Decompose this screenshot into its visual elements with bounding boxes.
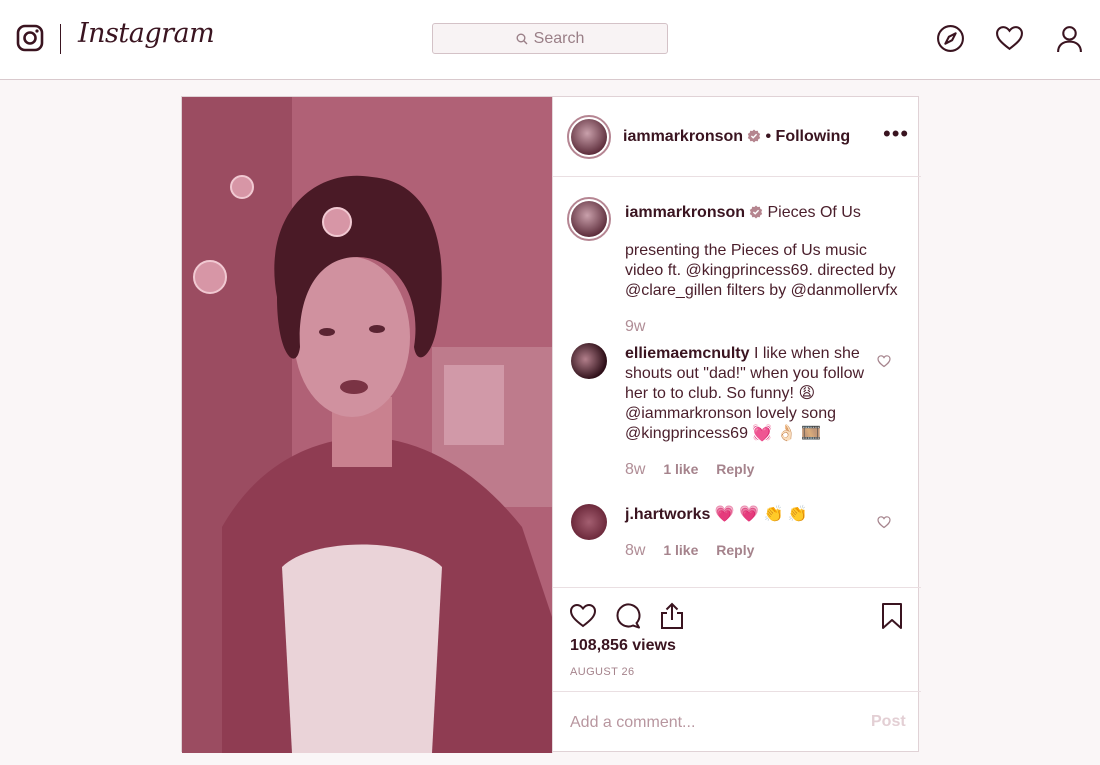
author-username[interactable]: iammarkronson [623, 128, 743, 145]
brand-divider [60, 24, 61, 54]
person-icon[interactable] [1055, 24, 1084, 53]
post-header: iammarkronson • Following ••• [553, 97, 921, 177]
comment-timestamp[interactable]: 8w [625, 542, 645, 559]
caption-username[interactable]: iammarkronson [625, 204, 745, 221]
more-options-icon[interactable]: ••• [883, 123, 909, 145]
reply-button[interactable]: Reply [716, 461, 754, 477]
comment-username[interactable]: j.hartworks [625, 506, 710, 523]
comment-username[interactable]: elliemaemcnulty [625, 345, 750, 362]
post-side-panel: iammarkronson • Following ••• iammarkron… [552, 97, 921, 753]
commenter-avatar[interactable] [571, 343, 607, 379]
view-count[interactable]: 108,856 views [570, 637, 676, 655]
comment-text: 💗 💗 👏 👏 [714, 506, 808, 523]
caption-body: presenting the Pieces of Us music video … [625, 242, 898, 299]
search-box[interactable]: Search [432, 23, 668, 54]
comment-likes[interactable]: 1 like [663, 461, 698, 477]
comment-likes[interactable]: 1 like [663, 542, 698, 558]
verified-badge-icon [747, 129, 761, 143]
post-video[interactable] [182, 97, 552, 753]
comment-meta: 8w 1 like Reply [625, 542, 754, 560]
post-card: iammarkronson • Following ••• iammarkron… [181, 96, 921, 753]
search-placeholder: Search [533, 29, 585, 47]
heart-icon[interactable] [995, 24, 1024, 53]
post-date: AUGUST 26 [570, 666, 635, 678]
instagram-wordmark[interactable]: Instagram [78, 18, 215, 49]
separator-dot: • [765, 128, 776, 145]
search-icon [516, 33, 528, 44]
comment-text-block: elliemaemcnulty I like when she shouts o… [625, 344, 875, 444]
comment-meta: 8w 1 like Reply [625, 461, 754, 479]
reply-button[interactable]: Reply [716, 542, 754, 558]
camera-glyph-icon[interactable] [16, 24, 44, 52]
share-icon[interactable] [658, 602, 686, 630]
caption-avatar[interactable] [567, 197, 611, 241]
top-navigation-bar: Instagram Search [0, 0, 1100, 80]
caption-timestamp[interactable]: 9w [625, 318, 645, 336]
comment-text-block: j.hartworks 💗 💗 👏 👏 [625, 505, 875, 525]
caption-title: Pieces Of Us [767, 204, 861, 221]
following-button[interactable]: Following [776, 128, 851, 145]
avatar-image [571, 119, 607, 155]
author-avatar[interactable] [567, 115, 611, 159]
like-comment-icon[interactable] [877, 515, 891, 529]
verified-badge-icon [749, 205, 763, 219]
video-frame-illustration [182, 97, 552, 753]
like-comment-icon[interactable] [877, 354, 891, 368]
comment-bar: Post [553, 691, 921, 753]
bookmark-icon[interactable] [878, 602, 906, 630]
comment-icon[interactable] [614, 602, 642, 630]
commenter-avatar[interactable] [571, 504, 607, 540]
caption-title-line: iammarkronson Pieces Of Us [625, 203, 905, 223]
post-comment-button[interactable]: Post [871, 713, 906, 731]
author-line: iammarkronson • Following [623, 128, 850, 146]
like-icon[interactable] [569, 602, 597, 630]
add-comment-input[interactable] [570, 712, 850, 734]
comment-timestamp[interactable]: 8w [625, 461, 645, 478]
compass-icon[interactable] [936, 24, 965, 53]
avatar-image [571, 201, 607, 237]
